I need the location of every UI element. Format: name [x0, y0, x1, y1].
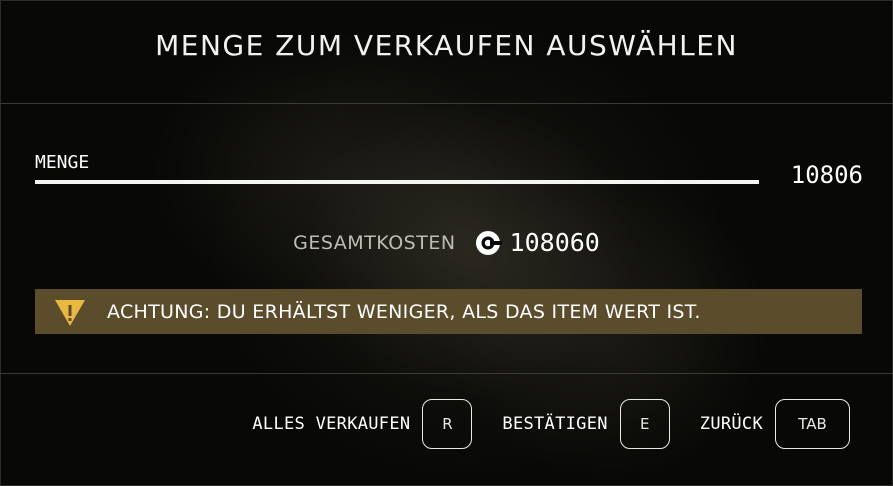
warning-banner: ACHTUNG: DU ERHÄLTST WENIGER, ALS DAS IT… [35, 289, 862, 334]
confirm-action[interactable]: BESTÄTIGEN E [502, 399, 670, 449]
quantity-slider[interactable] [35, 180, 759, 184]
confirm-label[interactable]: BESTÄTIGEN [502, 414, 607, 434]
sell-all-action[interactable]: ALLES VERKAUFEN R [252, 399, 473, 449]
back-key[interactable]: TAB [775, 399, 850, 449]
total-cost-value: 108060 [509, 228, 600, 257]
total-cost-label: GESAMTKOSTEN [293, 231, 456, 254]
warning-text: ACHTUNG: DU ERHÄLTST WENIGER, ALS DAS IT… [107, 300, 701, 323]
quantity-label: MENGE [35, 152, 90, 173]
back-label[interactable]: ZURÜCK [700, 414, 763, 434]
footer-divider [0, 373, 893, 374]
credits-icon [474, 229, 502, 257]
quantity-value: 10806 [790, 161, 863, 189]
warning-triangle-icon [53, 297, 87, 327]
sell-all-key[interactable]: R [422, 399, 473, 449]
total-cost-row: GESAMTKOSTEN 108060 [0, 228, 893, 257]
confirm-key[interactable]: E [619, 399, 670, 449]
footer-actions: ALLES VERKAUFEN R BESTÄTIGEN E ZURÜCK TA… [222, 398, 850, 450]
back-action[interactable]: ZURÜCK TAB [700, 399, 850, 449]
header-divider [0, 103, 893, 104]
dialog-title: MENGE ZUM VERKAUFEN AUSWÄHLEN [155, 29, 738, 62]
quantity-slider-fill[interactable] [35, 180, 759, 184]
sell-all-label[interactable]: ALLES VERKAUFEN [252, 414, 410, 434]
